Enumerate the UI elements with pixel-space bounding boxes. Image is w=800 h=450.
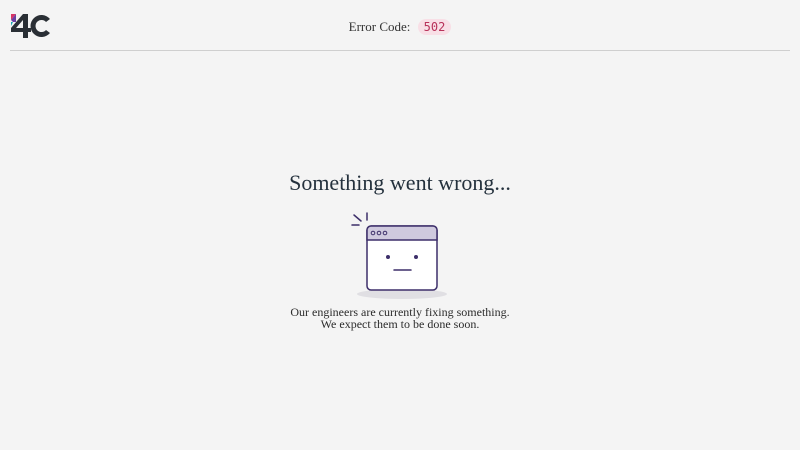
- illustration-eye-right: [414, 255, 418, 259]
- top-bar: 4C Error Code: 502: [10, 0, 790, 51]
- broken-browser-window-icon: [351, 212, 447, 299]
- page-title: Something went wrong...: [289, 170, 511, 195]
- error-code-display: Error Code: 502: [10, 18, 790, 36]
- error-code-badge: 502: [417, 19, 452, 36]
- error-code-label: Error Code:: [348, 19, 411, 35]
- error-message: Our engineers are currently fixing somet…: [0, 306, 800, 330]
- illustration-eye-left: [386, 255, 390, 259]
- error-content: Something went wrong... Our engineers ar…: [0, 160, 800, 330]
- error-message-line-2: We expect them to be done soon.: [320, 317, 480, 331]
- illustration-tick-2: [353, 214, 362, 222]
